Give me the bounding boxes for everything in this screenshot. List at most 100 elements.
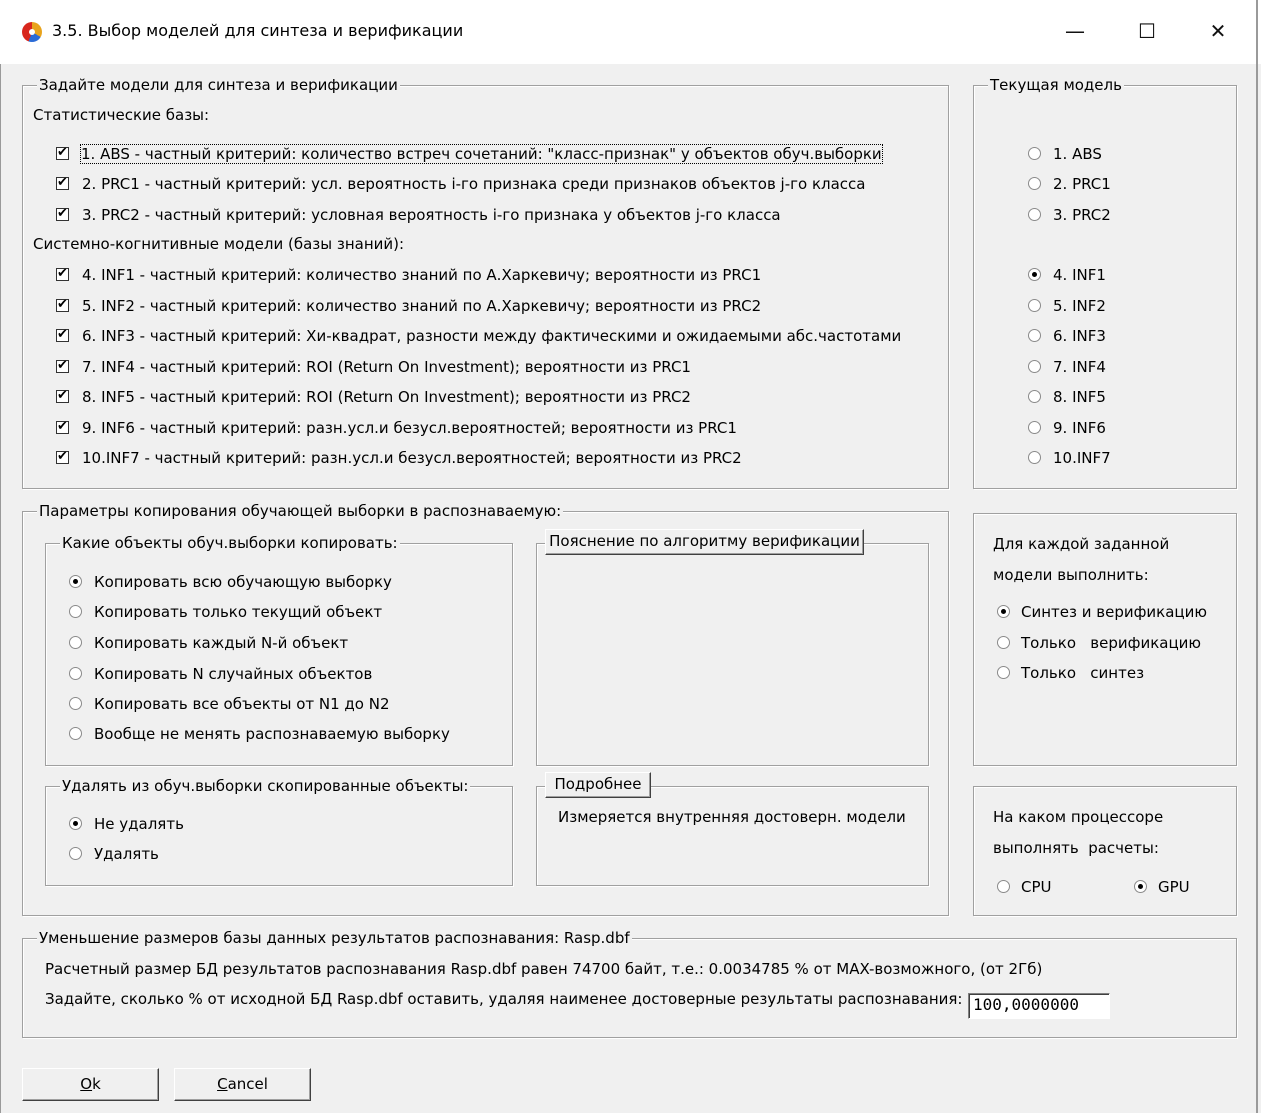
window-border-right (1256, 0, 1258, 1113)
current-model-radio-inf5[interactable] (1028, 390, 1041, 403)
current-model-radio-inf4[interactable] (1028, 360, 1041, 373)
model-label-inf2[interactable]: 5. INF2 - частный критерий: количество з… (82, 297, 761, 315)
model-label-inf6[interactable]: 9. INF6 - частный критерий: разн.усл.и б… (82, 419, 737, 437)
synth-only-radio[interactable] (997, 666, 1010, 679)
model-checkbox-inf3[interactable] (56, 327, 69, 343)
current-model-radio-inf3[interactable] (1028, 329, 1041, 342)
synth-verify-label[interactable]: Синтез и верификацию (1021, 603, 1207, 621)
copy-range-label[interactable]: Копировать все объекты от N1 до N2 (94, 695, 390, 713)
current-model-radio-abs[interactable] (1028, 147, 1041, 160)
db-reduce-legend: Уменьшение размеров базы данных результа… (37, 929, 632, 947)
copy-every-n-radio[interactable] (69, 636, 82, 649)
action-title-line1: Для каждой заданной (993, 535, 1170, 553)
processor-title-line2: выполнять расчеты: (993, 839, 1159, 857)
window-border-left (0, 64, 1, 1113)
current-model-radio-inf2[interactable] (1028, 299, 1041, 312)
model-checkbox-inf2[interactable] (56, 297, 69, 313)
ok-button[interactable]: Ok (22, 1068, 159, 1101)
db-keep-percent-input[interactable]: 100,0000000 (968, 993, 1110, 1019)
copy-current-label[interactable]: Копировать только текущий объект (94, 603, 382, 621)
copy-random-n-radio[interactable] (69, 667, 82, 680)
minimize-button[interactable]: — (1060, 18, 1090, 46)
current-model-label-inf1[interactable]: 4. INF1 (1053, 266, 1106, 284)
stat-bases-label: Статистические базы: (33, 106, 210, 124)
close-button[interactable]: ✕ (1203, 18, 1233, 46)
copy-range-radio[interactable] (69, 697, 82, 710)
delete-group (45, 786, 513, 886)
gpu-label[interactable]: GPU (1158, 878, 1190, 896)
cpu-label[interactable]: CPU (1021, 878, 1052, 896)
no-delete-label[interactable]: Не удалять (94, 815, 184, 833)
current-model-label-prc2[interactable]: 3. PRC2 (1053, 206, 1111, 224)
cpu-radio[interactable] (997, 880, 1010, 893)
details-button[interactable]: Подробнее (545, 772, 651, 798)
processor-title-line1: На каком процессоре (993, 808, 1164, 826)
app-icon (22, 22, 42, 42)
cancel-label: ancel (227, 1075, 268, 1093)
models-group-legend: Задайте модели для синтеза и верификации (37, 76, 400, 94)
model-checkbox-inf5[interactable] (56, 388, 69, 404)
synth-only-label[interactable]: Только синтез (1021, 664, 1144, 682)
model-label-inf4[interactable]: 7. INF4 - частный критерий: ROI (Return … (82, 358, 691, 376)
current-model-label-inf5[interactable]: 8. INF5 (1053, 388, 1106, 406)
explain-panel (536, 543, 929, 766)
ok-label: k (92, 1075, 101, 1093)
cancel-button[interactable]: Cancel (174, 1068, 311, 1101)
copy-current-radio[interactable] (69, 605, 82, 618)
copy-all-radio[interactable] (69, 575, 82, 588)
ok-accel: O (80, 1075, 93, 1093)
db-size-info: Расчетный размер БД результатов распозна… (45, 960, 1043, 978)
copy-random-n-label[interactable]: Копировать N случайных объектов (94, 665, 372, 683)
delete-radio[interactable] (69, 847, 82, 860)
synth-verify-radio[interactable] (997, 605, 1010, 618)
verify-only-radio[interactable] (997, 636, 1010, 649)
verify-only-label[interactable]: Только верификацию (1021, 634, 1201, 652)
current-model-legend: Текущая модель (988, 76, 1124, 94)
system-cognitive-label: Системно-когнитивные модели (базы знаний… (33, 235, 405, 253)
current-model-radio-prc2[interactable] (1028, 208, 1041, 221)
maximize-button[interactable]: ☐ (1132, 18, 1162, 46)
current-model-label-prc1[interactable]: 2. PRC1 (1053, 175, 1111, 193)
current-model-radio-prc1[interactable] (1028, 177, 1041, 190)
window-title: 3.5. Выбор моделей для синтеза и верифик… (52, 21, 464, 40)
copy-none-label[interactable]: Вообще не менять распознаваемую выборку (94, 725, 450, 743)
current-model-label-inf6[interactable]: 9. INF6 (1053, 419, 1106, 437)
current-model-radio-inf1[interactable] (1028, 268, 1041, 281)
action-title-line2: модели выполнить: (993, 566, 1149, 584)
model-label-prc2[interactable]: 3. PRC2 - частный критерий: условная вер… (82, 206, 781, 224)
gpu-radio[interactable] (1134, 880, 1147, 893)
explain-algorithm-button[interactable]: Пояснение по алгоритму верификации (545, 529, 864, 555)
copy-none-radio[interactable] (69, 727, 82, 740)
current-model-label-inf3[interactable]: 6. INF3 (1053, 327, 1106, 345)
model-checkbox-inf4[interactable] (56, 358, 69, 374)
current-model-label-inf2[interactable]: 5. INF2 (1053, 297, 1106, 315)
model-label-inf3[interactable]: 6. INF3 - частный критерий: Хи-квадрат, … (82, 327, 901, 345)
details-panel (536, 786, 929, 886)
db-reduce-group (22, 938, 1237, 1038)
copy-which-legend: Какие объекты обуч.выборки копировать: (60, 534, 400, 552)
model-label-inf1[interactable]: 4. INF1 - частный критерий: количество з… (82, 266, 761, 284)
model-label-inf7[interactable]: 10.INF7 - частный критерий: разн.усл.и б… (82, 449, 742, 467)
copy-all-label[interactable]: Копировать всю обучающую выборку (94, 573, 392, 591)
current-model-label-inf7[interactable]: 10.INF7 (1053, 449, 1111, 467)
cancel-accel: C (217, 1075, 228, 1093)
model-checkbox-abs[interactable] (56, 145, 69, 161)
details-text: Измеряется внутренняя достоверн. модели (558, 808, 906, 826)
current-model-radio-inf6[interactable] (1028, 421, 1041, 434)
current-model-label-inf4[interactable]: 7. INF4 (1053, 358, 1106, 376)
current-model-radio-inf7[interactable] (1028, 451, 1041, 464)
model-label-inf5[interactable]: 8. INF5 - частный критерий: ROI (Return … (82, 388, 691, 406)
model-checkbox-prc2[interactable] (56, 206, 69, 222)
delete-label[interactable]: Удалять (94, 845, 159, 863)
db-keep-prompt: Задайте, сколько % от исходной БД Rasp.d… (45, 990, 963, 1008)
model-checkbox-inf6[interactable] (56, 419, 69, 435)
model-label-prc1[interactable]: 2. PRC1 - частный критерий: усл. вероятн… (82, 175, 866, 193)
model-checkbox-inf7[interactable] (56, 449, 69, 465)
delete-legend: Удалять из обуч.выборки скопированные об… (60, 777, 471, 795)
model-checkbox-prc1[interactable] (56, 175, 69, 191)
current-model-label-abs[interactable]: 1. ABS (1053, 145, 1102, 163)
model-label-abs[interactable]: 1. ABS - частный критерий: количество вс… (80, 144, 883, 164)
model-checkbox-inf1[interactable] (56, 266, 69, 282)
copy-every-n-label[interactable]: Копировать каждый N-й объект (94, 634, 348, 652)
no-delete-radio[interactable] (69, 817, 82, 830)
